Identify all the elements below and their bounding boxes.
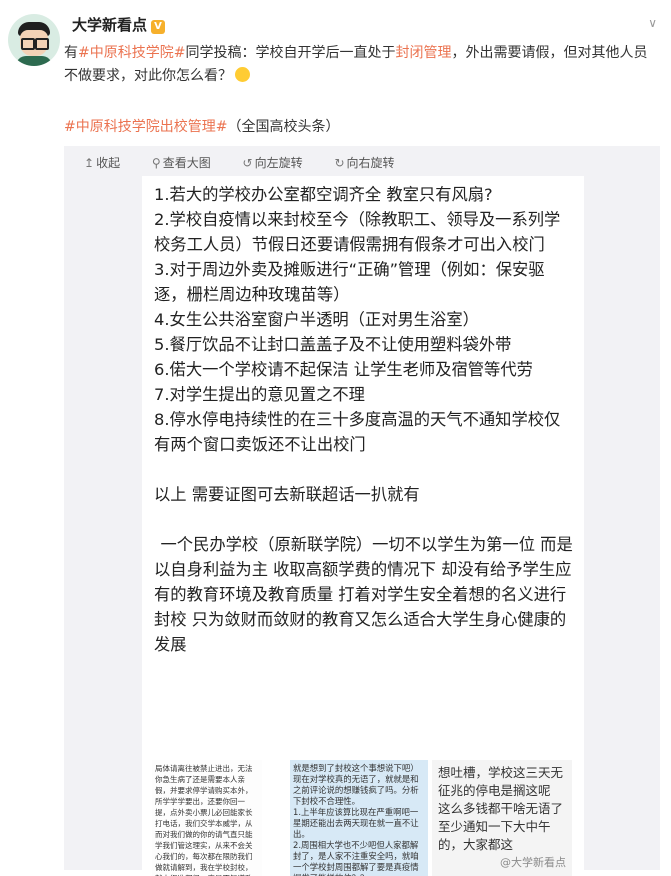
verified-icon: V <box>151 20 166 34</box>
source-line: #中原科技学院出校管理#（全国高校头条） <box>64 116 339 136</box>
post-image[interactable]: 1.若大的学校办公室都空调齐全 教室只有风扇? 2.学校自疫情以来封校至今（除教… <box>142 176 584 876</box>
doc-line: 8.停水停电持续性的在三十多度高温的天气不通知学校仅有两个窗口卖饭还不让出校门 <box>154 410 561 454</box>
rotate-right-button[interactable]: ↻ 向右旋转 <box>334 156 408 170</box>
media-panel: ↥ 收起 ⚲ 查看大图 ↺ 向左旋转 ↻ 向右旋转 1.若大的学校办公室都空调齐全 教室… <box>64 146 660 876</box>
view-large-button[interactable]: ⚲ 查看大图 <box>152 156 225 170</box>
post-text: 有#中原科技学院#同学投稿：学校自开学后一直处于封闭管理，外出需要请假，但对其他… <box>64 42 652 88</box>
image-toolbar: ↥ 收起 ⚲ 查看大图 ↺ 向左旋转 ↻ 向右旋转 <box>84 154 423 171</box>
rotate-left-button[interactable]: ↺ 向左旋转 <box>243 156 317 170</box>
doc-note: 以上 需要证图可去新联超话一扒就有 <box>154 485 420 504</box>
doc-line: 3.对于周边外卖及摊贩进行“正确”管理（例如：保安驱逐，栅栏周边种玫瑰苗等） <box>154 260 545 304</box>
keyword-link[interactable]: 封闭管理 <box>395 45 451 61</box>
username[interactable]: 大学新看点 V <box>72 14 166 35</box>
thumbnail-strip: 局体请离往被禁止进出，无法你急生病了还是需要本人亲假，并要求停学请购买本外，所学… <box>142 760 584 876</box>
avatar[interactable] <box>8 14 60 66</box>
thumbnail-1[interactable]: 局体请离往被禁止进出，无法你急生病了还是需要本人亲假，并要求停学请购买本外，所学… <box>152 760 262 876</box>
doc-line: 5.餐厅饮品不让封口盖盖子及不让使用塑料袋外带 <box>154 335 512 354</box>
thumbnail-text: 想吐槽，学校这三天无征兆的停电是搁这呢 这么多钱都干啥无语了 至少通知一下大中午… <box>438 765 564 852</box>
doc-line: 4.女生公共浴室窗户半透明（正对男生浴室） <box>154 310 479 329</box>
post-prefix: 有 <box>64 45 78 61</box>
thumbnail-text: 就是想到了封校这个事想说下吧）现在对学校真的无语了，就就是和之前评论说的想赚钱疯… <box>293 763 419 876</box>
collapse-button[interactable]: ↥ 收起 <box>84 156 134 170</box>
doc-line: 6.偌大一个学校请不起保洁 让学生老师及宿管等代劳 <box>154 360 533 379</box>
doc-paragraph: 一个民办学校（原新联学院）一切不以学生为第一位 而是以自身利益为主 收取高额学费… <box>154 535 573 654</box>
watermark: @大学新看点 <box>500 856 566 869</box>
doc-line: 2.学校自疫情以来封校至今（除教职工、领导及一系列学校务工人员）节假日还要请假需… <box>154 210 561 254</box>
doc-line: 1.若大的学校办公室都空调齐全 教室只有风扇? <box>154 185 493 204</box>
emoji-icon <box>235 67 250 82</box>
thumbnail-3[interactable]: 想吐槽，学校这三天无征兆的停电是搁这呢 这么多钱都干啥无语了 至少通知一下大中午… <box>432 760 572 876</box>
chevron-down-icon[interactable]: ∨ <box>648 16 657 30</box>
topic-tag-exit-management[interactable]: #中原科技学院出校管理# <box>64 119 227 135</box>
username-text[interactable]: 大学新看点 <box>72 16 147 34</box>
doc-line: 7.对学生提出的意见置之不理 <box>154 385 365 404</box>
thumbnail-text: 局体请离往被禁止进出，无法你急生病了还是需要本人亲假，并要求停学请购买本外，所学… <box>155 764 253 876</box>
collapse-icon: ↥ <box>84 156 95 170</box>
thumbnail-2[interactable]: 就是想到了封校这个事想说下吧）现在对学校真的无语了，就就是和之前评论说的想赚钱疯… <box>290 760 428 876</box>
post-body-1: 同学投稿：学校自开学后一直处于 <box>185 45 396 61</box>
source-suffix: （全国高校头条） <box>227 119 340 135</box>
topic-tag-school[interactable]: #中原科技学院# <box>78 45 185 61</box>
rotate-right-icon: ↻ <box>334 156 345 170</box>
rotate-left-icon: ↺ <box>242 156 253 170</box>
image-text: 1.若大的学校办公室都空调齐全 教室只有风扇? 2.学校自疫情以来封校至今（除教… <box>154 182 574 657</box>
search-icon: ⚲ <box>151 156 161 170</box>
